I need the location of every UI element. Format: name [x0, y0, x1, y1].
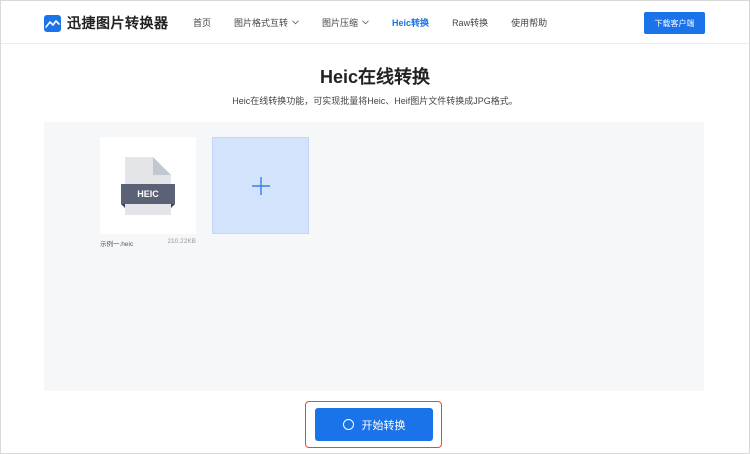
file-size: 210.22KB	[167, 238, 196, 245]
file-card[interactable]: HEIC	[100, 137, 196, 234]
nav-item-heic[interactable]: Heic转换	[392, 16, 429, 29]
file-name: 示例一.heic	[100, 241, 134, 248]
nav-item-format-convert[interactable]: 图片格式互转	[234, 16, 299, 29]
chevron-down-icon	[292, 20, 299, 25]
chevron-down-icon	[362, 20, 369, 25]
nav-item-label: 图片格式互转	[234, 18, 289, 28]
nav-item-label: 使用帮助	[511, 18, 548, 28]
start-button-label: 开始转换	[361, 419, 406, 432]
logo[interactable]: 迅捷图片转换器	[44, 13, 169, 33]
start-convert-button[interactable]: 开始转换	[315, 408, 433, 441]
loading-circle-icon	[342, 419, 354, 430]
add-file-button[interactable]	[212, 137, 309, 234]
nav-item-help[interactable]: 使用帮助	[511, 16, 547, 29]
nav-item-label: 图片压缩	[322, 18, 359, 28]
nav-item-label: Raw转换	[452, 18, 489, 28]
nav-item-home[interactable]: 首页	[193, 16, 211, 29]
nav-item-compress[interactable]: 图片压缩	[322, 16, 369, 29]
file-type-label: HEIC	[137, 189, 159, 199]
page-title: Heic在线转换	[319, 67, 431, 87]
page-subtitle: Heic在线转换功能，可实现批量将Heic、Heif图片文件转换成JPG格式。	[232, 96, 518, 106]
plus-icon	[251, 176, 270, 195]
logo-text: 迅捷图片转换器	[67, 15, 169, 31]
download-client-button[interactable]: 下载客户端	[644, 12, 705, 34]
main-nav: 首页 图片格式互转 图片压缩 Heic转换 Raw转换 使用帮助	[193, 1, 570, 44]
logo-icon	[44, 14, 61, 32]
nav-item-label: Heic转换	[392, 18, 430, 28]
heic-file-icon	[121, 157, 175, 215]
nav-item-label: 首页	[193, 18, 212, 28]
nav-item-raw[interactable]: Raw转换	[452, 16, 488, 29]
top-nav-bar: 迅捷图片转换器 首页 图片格式互转 图片压缩 Heic转换 Raw转换 使用帮助…	[1, 1, 749, 44]
